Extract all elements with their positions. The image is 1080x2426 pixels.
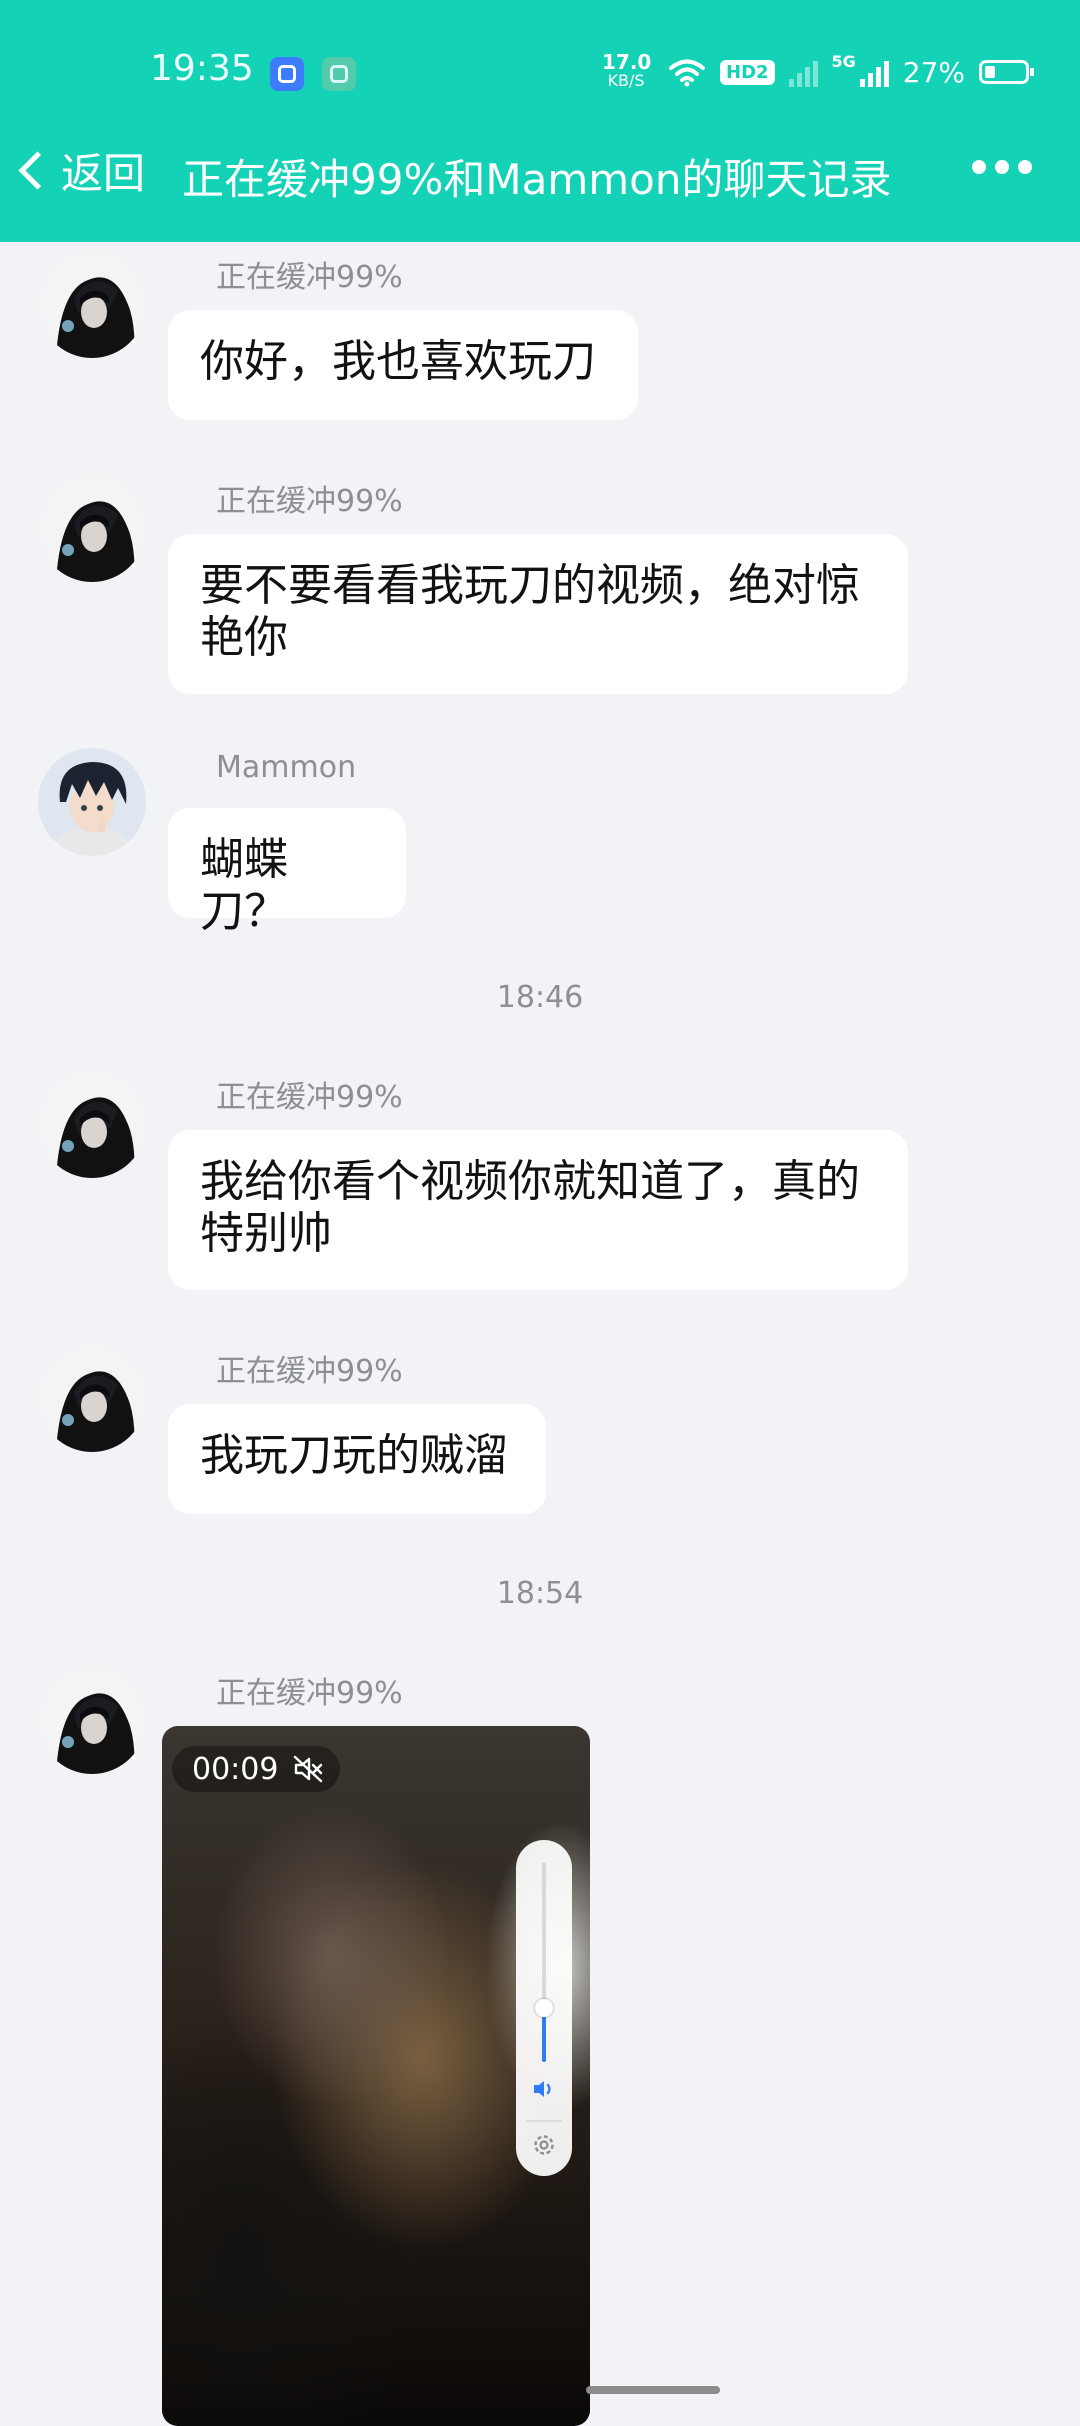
avatar[interactable] xyxy=(38,1666,146,1774)
network-type: 5G xyxy=(831,52,856,71)
volume-slider[interactable] xyxy=(516,1840,572,2176)
sender-name: 正在缓冲99% xyxy=(216,1676,403,1711)
avatar[interactable] xyxy=(38,1344,146,1452)
time-divider: 18:54 xyxy=(496,1576,584,1611)
back-button[interactable]: 返回 xyxy=(14,140,145,201)
status-icons: HD2 5G 27% xyxy=(668,52,1035,92)
cellular-signal-icon xyxy=(859,57,889,87)
message-bubble[interactable]: 我玩刀玩的贼溜 xyxy=(168,1404,546,1514)
settings-gear-icon[interactable] xyxy=(531,2132,557,2158)
app-notification-icon xyxy=(322,57,356,91)
status-time: 19:35 xyxy=(150,48,254,89)
video-message[interactable]: 00:09 xyxy=(162,1726,590,2426)
sender-name: 正在缓冲99% xyxy=(216,1354,403,1389)
message-bubble[interactable]: 要不要看看我玩刀的视频，绝对惊艳你 xyxy=(168,534,908,694)
avatar[interactable] xyxy=(38,1070,146,1178)
no-signal-icon xyxy=(788,57,818,87)
battery-icon xyxy=(979,60,1035,84)
more-dots-icon[interactable] xyxy=(972,160,1032,174)
avatar[interactable] xyxy=(38,250,146,358)
divider xyxy=(526,2120,562,2122)
avatar[interactable] xyxy=(38,748,146,856)
sender-name: Mammon xyxy=(216,750,357,785)
sender-name: 正在缓冲99% xyxy=(216,484,403,519)
page-title: 正在缓冲99%和Mammon的聊天记录 xyxy=(182,155,892,204)
video-duration: 00:09 xyxy=(192,1751,279,1787)
mute-icon[interactable] xyxy=(292,1753,324,1785)
sender-name: 正在缓冲99% xyxy=(216,1080,403,1115)
avatar[interactable] xyxy=(38,474,146,582)
back-chevron-icon xyxy=(18,151,57,190)
network-speed: 17.0 KB/S xyxy=(602,50,652,90)
message-bubble[interactable]: 蝴蝶刀？ xyxy=(168,808,406,937)
sender-name: 正在缓冲99% xyxy=(216,260,403,295)
time-divider: 18:46 xyxy=(496,980,584,1015)
message-bubble[interactable]: 我给你看个视频你就知道了，真的特别帅 xyxy=(168,1130,908,1290)
home-indicator[interactable] xyxy=(586,2386,720,2394)
message-bubble[interactable]: 你好，我也喜欢玩刀 xyxy=(168,310,638,420)
top-bar: 19:35 17.0 KB/S HD2 5G 27% 返回 正在缓冲99%和Ma… xyxy=(0,0,1080,242)
battery-percent: 27% xyxy=(902,55,966,89)
hd-icon: HD2 xyxy=(720,59,775,85)
wifi-icon xyxy=(669,59,705,87)
speaker-icon[interactable] xyxy=(532,2078,556,2100)
video-duration-chip: 00:09 xyxy=(172,1746,341,1792)
back-label: 返回 xyxy=(61,149,146,198)
app-notification-icon xyxy=(270,57,304,91)
volume-track[interactable] xyxy=(535,1862,553,2062)
volume-knob[interactable] xyxy=(535,1999,553,2017)
